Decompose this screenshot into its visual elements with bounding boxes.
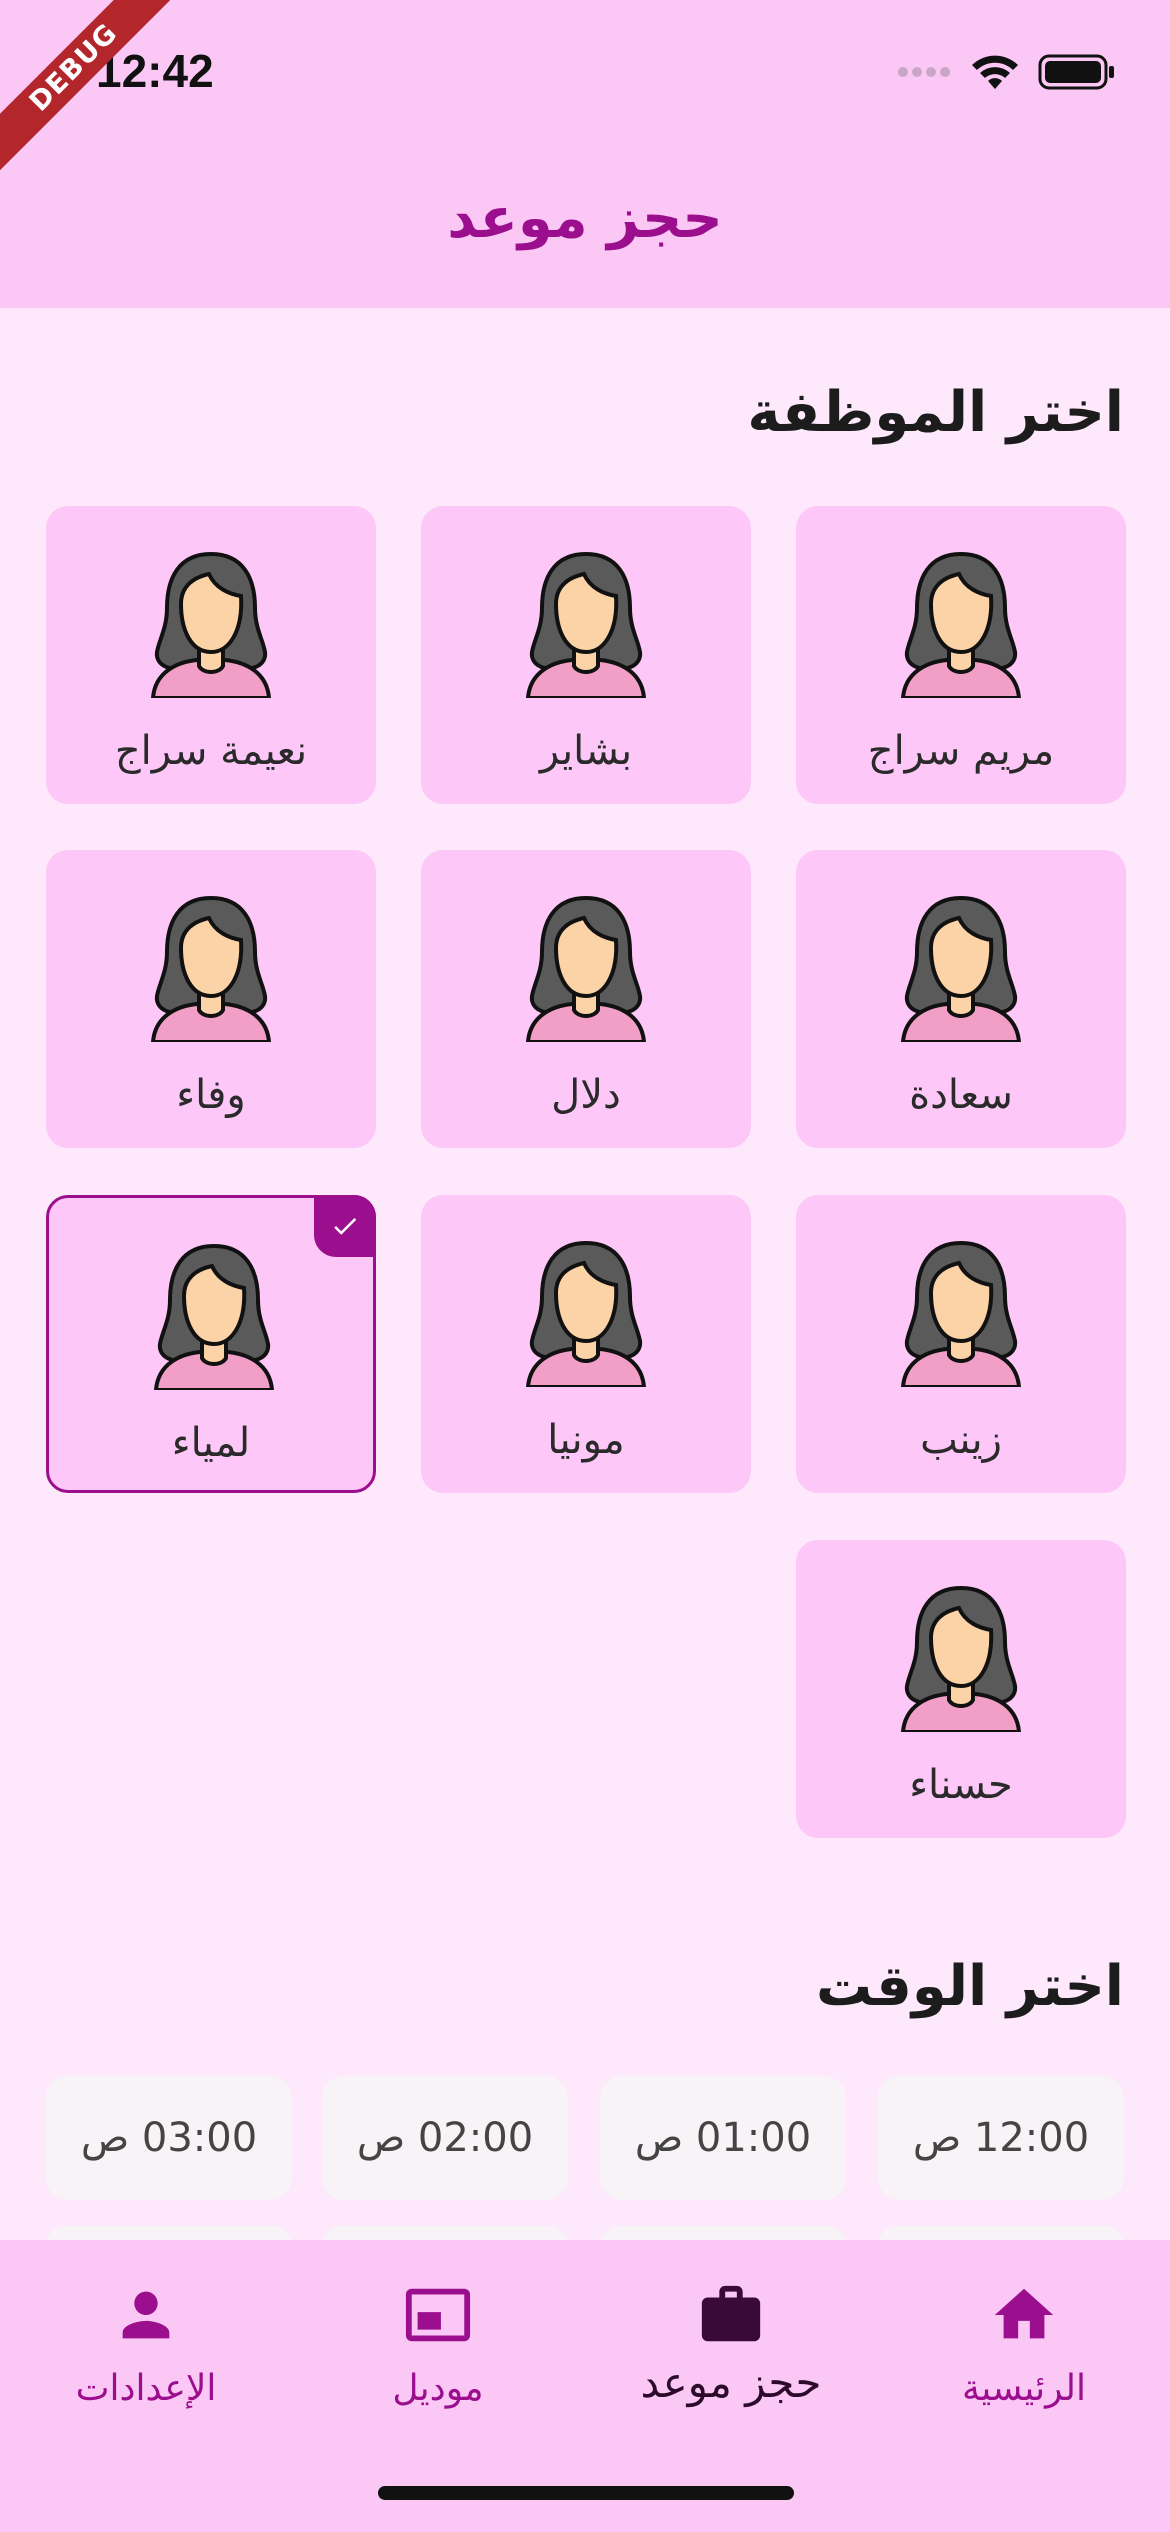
avatar-icon [900, 1237, 1022, 1389]
employee-name: نعيمة سراج [114, 728, 308, 774]
employees-section-title: اختر الموظفة [747, 380, 1124, 445]
check-icon [314, 1195, 376, 1257]
employee-card[interactable]: نعيمة سراج [46, 506, 376, 804]
avatar-icon [525, 892, 647, 1044]
battery-icon [1038, 54, 1114, 90]
nav-item-home[interactable]: الرئيسية [878, 2240, 1170, 2440]
home-indicator [378, 2486, 794, 2500]
employee-card[interactable]: سعادة [796, 850, 1126, 1148]
nav-label-settings: الإعدادات [75, 2368, 217, 2409]
signal-icon [898, 67, 950, 77]
time-slot-chip[interactable]: 01:00 ص [600, 2076, 846, 2200]
employee-name: لمياء [171, 1420, 251, 1466]
wifi-icon [972, 55, 1018, 89]
time-section-title: اختر الوقت [815, 1954, 1124, 2019]
employee-card[interactable]: وفاء [46, 850, 376, 1148]
employee-name: مريم سراج [867, 728, 1055, 774]
avatar-icon [900, 1582, 1022, 1734]
employee-card[interactable]: دلال [421, 850, 751, 1148]
employee-name: دلال [551, 1072, 621, 1118]
nav-item-model[interactable]: موديل [292, 2240, 584, 2440]
status-icons [898, 52, 1116, 92]
nav-item-booking[interactable]: حجز موعد [585, 2240, 877, 2440]
avatar-icon [525, 548, 647, 700]
home-icon [994, 2288, 1054, 2339]
app-bar: 12:42 حجز موعد DEBUG [0, 0, 1170, 308]
employee-card[interactable]: بشاير [421, 506, 751, 804]
avatar-icon [900, 548, 1022, 700]
time-slot-chip[interactable]: 12:00 ص [878, 2076, 1124, 2200]
booking-screen: 12:42 حجز موعد DEBUG اختر الموظفة مريم س… [0, 0, 1170, 2532]
employee-name: زينب [920, 1417, 1002, 1463]
avatar-icon [150, 548, 272, 700]
avatar-icon [525, 1237, 647, 1389]
picture-in-picture-icon [405, 2288, 471, 2342]
avatar-icon [153, 1240, 275, 1392]
person-icon [122, 2291, 170, 2339]
employee-name: سعادة [909, 1072, 1013, 1118]
employee-card[interactable]: مريم سراج [796, 506, 1126, 804]
employee-card[interactable]: لمياء [46, 1195, 376, 1493]
nav-label-booking: حجز موعد [640, 2358, 822, 2407]
page-title: حجز موعد [447, 186, 723, 251]
briefcase-icon [701, 2285, 761, 2342]
avatar-icon [900, 892, 1022, 1044]
employee-name: مونيا [547, 1417, 625, 1463]
time-slot-chip[interactable]: 02:00 ص [322, 2076, 568, 2200]
employee-card[interactable]: زينب [796, 1195, 1126, 1493]
employee-name: حسناء [909, 1762, 1013, 1808]
time-slot-chip[interactable]: 03:00 ص [46, 2076, 292, 2200]
nav-item-settings[interactable]: الإعدادات [0, 2240, 292, 2440]
avatar-icon [150, 892, 272, 1044]
nav-label-home: الرئيسية [962, 2368, 1086, 2409]
employee-name: بشاير [539, 728, 633, 774]
employee-name: وفاء [176, 1072, 246, 1118]
employee-card[interactable]: مونيا [421, 1195, 751, 1493]
nav-label-model: موديل [392, 2368, 484, 2409]
employee-card[interactable]: حسناء [796, 1540, 1126, 1838]
